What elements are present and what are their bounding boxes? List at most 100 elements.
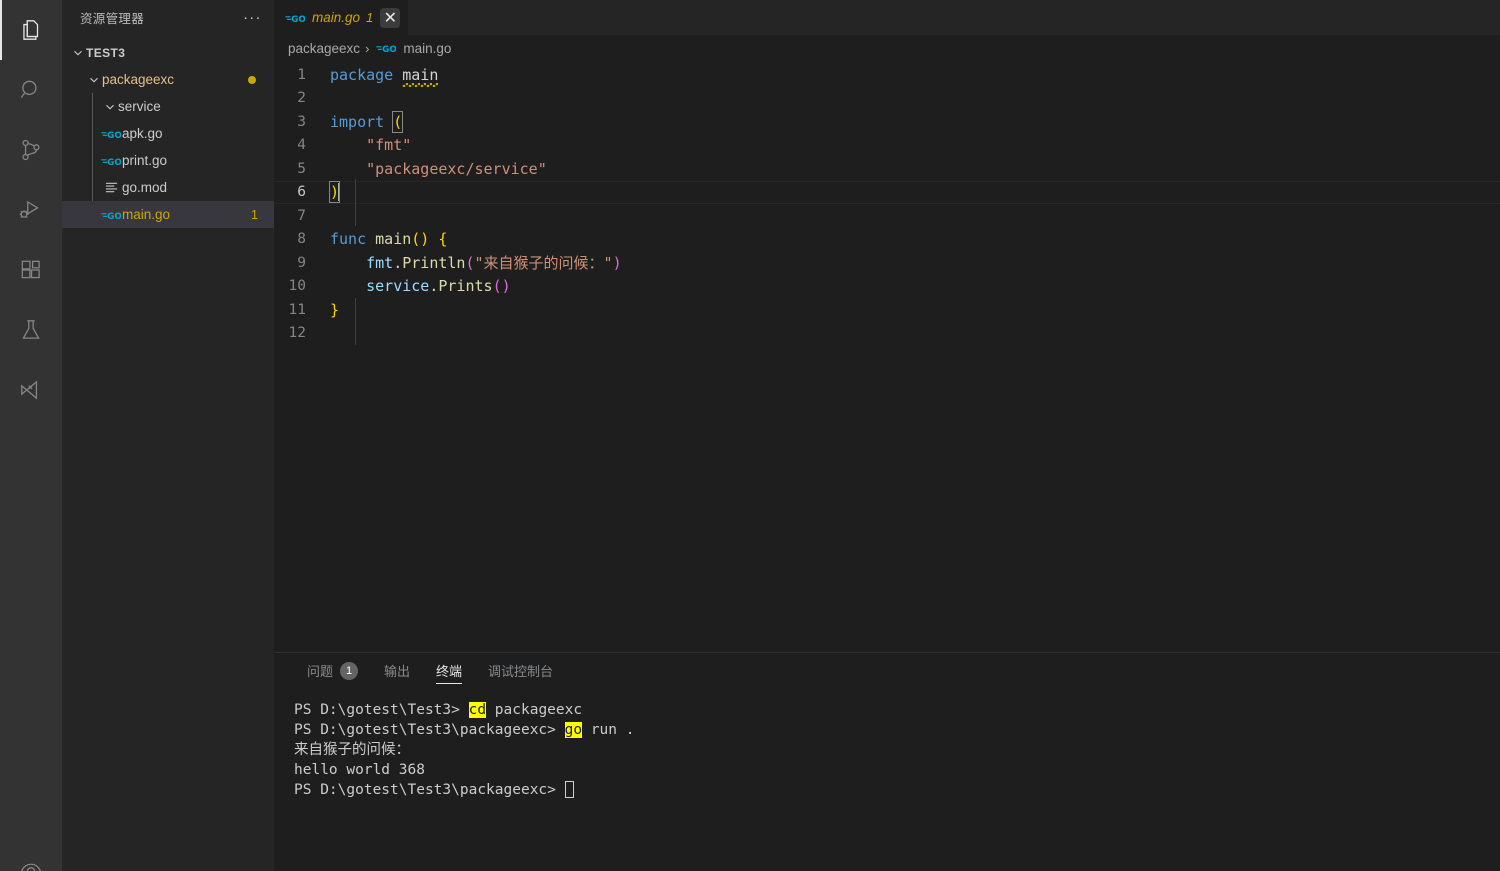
line-number: 1 (297, 66, 306, 83)
svg-text:GO: GO (107, 211, 121, 221)
tree-item-test3[interactable]: TEST3 (62, 39, 274, 66)
token-function-call: Println (402, 254, 466, 273)
code-line: 2 (274, 87, 1500, 111)
tree-item-service[interactable]: service (62, 93, 274, 120)
code-text: "packageexc/service" (330, 160, 547, 178)
activity-item-accounts[interactable] (0, 831, 62, 871)
line-number: 12 (288, 325, 306, 342)
activity-item-source-control[interactable] (0, 120, 62, 180)
token-package-name: main (402, 65, 439, 84)
line-number: 5 (297, 160, 306, 177)
close-icon[interactable]: ✕ (380, 7, 401, 28)
files-icon (18, 17, 44, 43)
panel-tab-label: 问题 (307, 664, 334, 679)
activity-bar (0, 0, 62, 871)
terminal-command: cd (468, 702, 487, 718)
code-line: 5 "packageexc/service" (274, 157, 1500, 181)
chevron-down-icon (102, 99, 118, 115)
sidebar-header: 资源管理器 ... (62, 0, 274, 35)
code-line: 9 fmt.Println("来自猴子的问候：") (274, 251, 1500, 275)
line-number: 6 (297, 184, 306, 201)
code-editor[interactable]: 1 package main 2 3 import ( 4 "fmt" 5 "p… (274, 61, 1500, 652)
code-text: import ( (330, 110, 404, 133)
token-dot: . (393, 254, 403, 273)
svg-text:GO: GO (107, 157, 121, 167)
activity-item-extensions[interactable] (0, 240, 62, 300)
svg-text:GO: GO (107, 130, 121, 140)
activity-item-remote-explorer[interactable] (0, 360, 62, 420)
beaker-icon (18, 317, 44, 343)
line-number: 8 (297, 231, 306, 248)
token-function-name: main (375, 230, 412, 249)
vscode-window: 资源管理器 ... TEST3 packageexc service GO ap… (0, 0, 1500, 871)
line-number: 7 (297, 207, 306, 224)
code-text: } (330, 301, 339, 319)
token-bracket: ) (612, 254, 622, 273)
code-line-current: 6 ) (274, 180, 1500, 205)
svg-text:GO: GO (383, 45, 397, 55)
code-line: 10 service.Prints() (274, 275, 1500, 299)
token-string: "packageexc/service" (366, 159, 547, 178)
code-line: 1 package main (274, 63, 1500, 87)
chevron-right-icon: › (365, 40, 370, 56)
code-line: 7 (274, 204, 1500, 228)
sidebar-title: 资源管理器 (80, 12, 145, 26)
activity-item-explorer[interactable] (0, 0, 62, 60)
tree-item-label: print.go (122, 153, 168, 168)
code-line: 12 (274, 322, 1500, 346)
panel-tab-terminal[interactable]: 终端 (423, 653, 475, 688)
activity-item-search[interactable] (0, 60, 62, 120)
panel-tab-debug-console[interactable]: 调试控制台 (475, 653, 566, 688)
panel-tab-problems[interactable]: 问题 1 (294, 653, 371, 688)
tree-item-label: apk.go (122, 126, 163, 141)
modified-dot-icon (248, 75, 256, 84)
editor-tab-main-go[interactable]: GO main.go 1 ✕ (274, 0, 410, 35)
sidebar-more-actions-button[interactable]: ... (243, 7, 262, 25)
code-text: fmt.Println("来自猴子的问候：") (330, 252, 622, 273)
token-string: "来自猴子的问候：" (474, 254, 613, 273)
breadcrumb-folder[interactable]: packageexc (288, 41, 360, 56)
tree-item-packageexc[interactable]: packageexc (62, 66, 274, 93)
tree-item-main-go[interactable]: GO main.go 1 (62, 201, 274, 228)
terminal-line: PS D:\gotest\Test3\packageexc> go run . (294, 720, 1500, 740)
tree-item-label: TEST3 (86, 45, 126, 60)
terminal-line: 来自猴子的问候： (294, 740, 1500, 760)
token-keyword: import (330, 112, 385, 131)
token-keyword: func (330, 230, 367, 249)
tree-item-print-go[interactable]: GO print.go (62, 147, 274, 174)
tab-problem-count: 1 (366, 10, 374, 25)
token-package-ref: fmt (366, 254, 394, 273)
panel-tab-label: 输出 (384, 664, 411, 679)
tree-item-apk-go[interactable]: GO apk.go (62, 120, 274, 147)
terminal-text: 来自猴子的问候： (294, 742, 410, 758)
token-bracket: () (411, 230, 430, 249)
text-cursor (338, 183, 341, 202)
go-file-icon: GO (100, 208, 122, 222)
go-file-icon: GO (374, 41, 398, 55)
token-bracket: ( (392, 110, 404, 133)
activity-item-testing[interactable] (0, 300, 62, 360)
token-function-call: Prints (438, 277, 493, 296)
token-bracket: ( (465, 254, 475, 273)
bottom-panel: 问题 1 输出 终端 调试控制台 PS D:\gotest\Test3> cd … (274, 652, 1500, 871)
tab-label: main.go (312, 10, 361, 25)
token-brace: } (330, 300, 340, 319)
editor-tabs-bar: GO main.go 1 ✕ (274, 0, 1500, 35)
line-number: 9 (297, 254, 306, 271)
terminal-output[interactable]: PS D:\gotest\Test3> cd packageexc PS D:\… (274, 688, 1500, 871)
panel-tab-output[interactable]: 输出 (371, 653, 423, 688)
code-text: package main (330, 66, 438, 84)
breadcrumb-file[interactable]: main.go (403, 41, 451, 56)
problem-count-badge: 1 (251, 207, 258, 222)
panel-tab-label: 终端 (436, 664, 463, 679)
extensions-icon (18, 257, 44, 283)
remote-icon (18, 377, 44, 403)
tree-item-go-mod[interactable]: go.mod (62, 174, 274, 201)
code-line: 11 } (274, 298, 1500, 322)
activity-item-run-and-debug[interactable] (0, 180, 62, 240)
indent-guide (355, 179, 356, 226)
terminal-line: PS D:\gotest\Test3\packageexc> (294, 780, 1500, 800)
